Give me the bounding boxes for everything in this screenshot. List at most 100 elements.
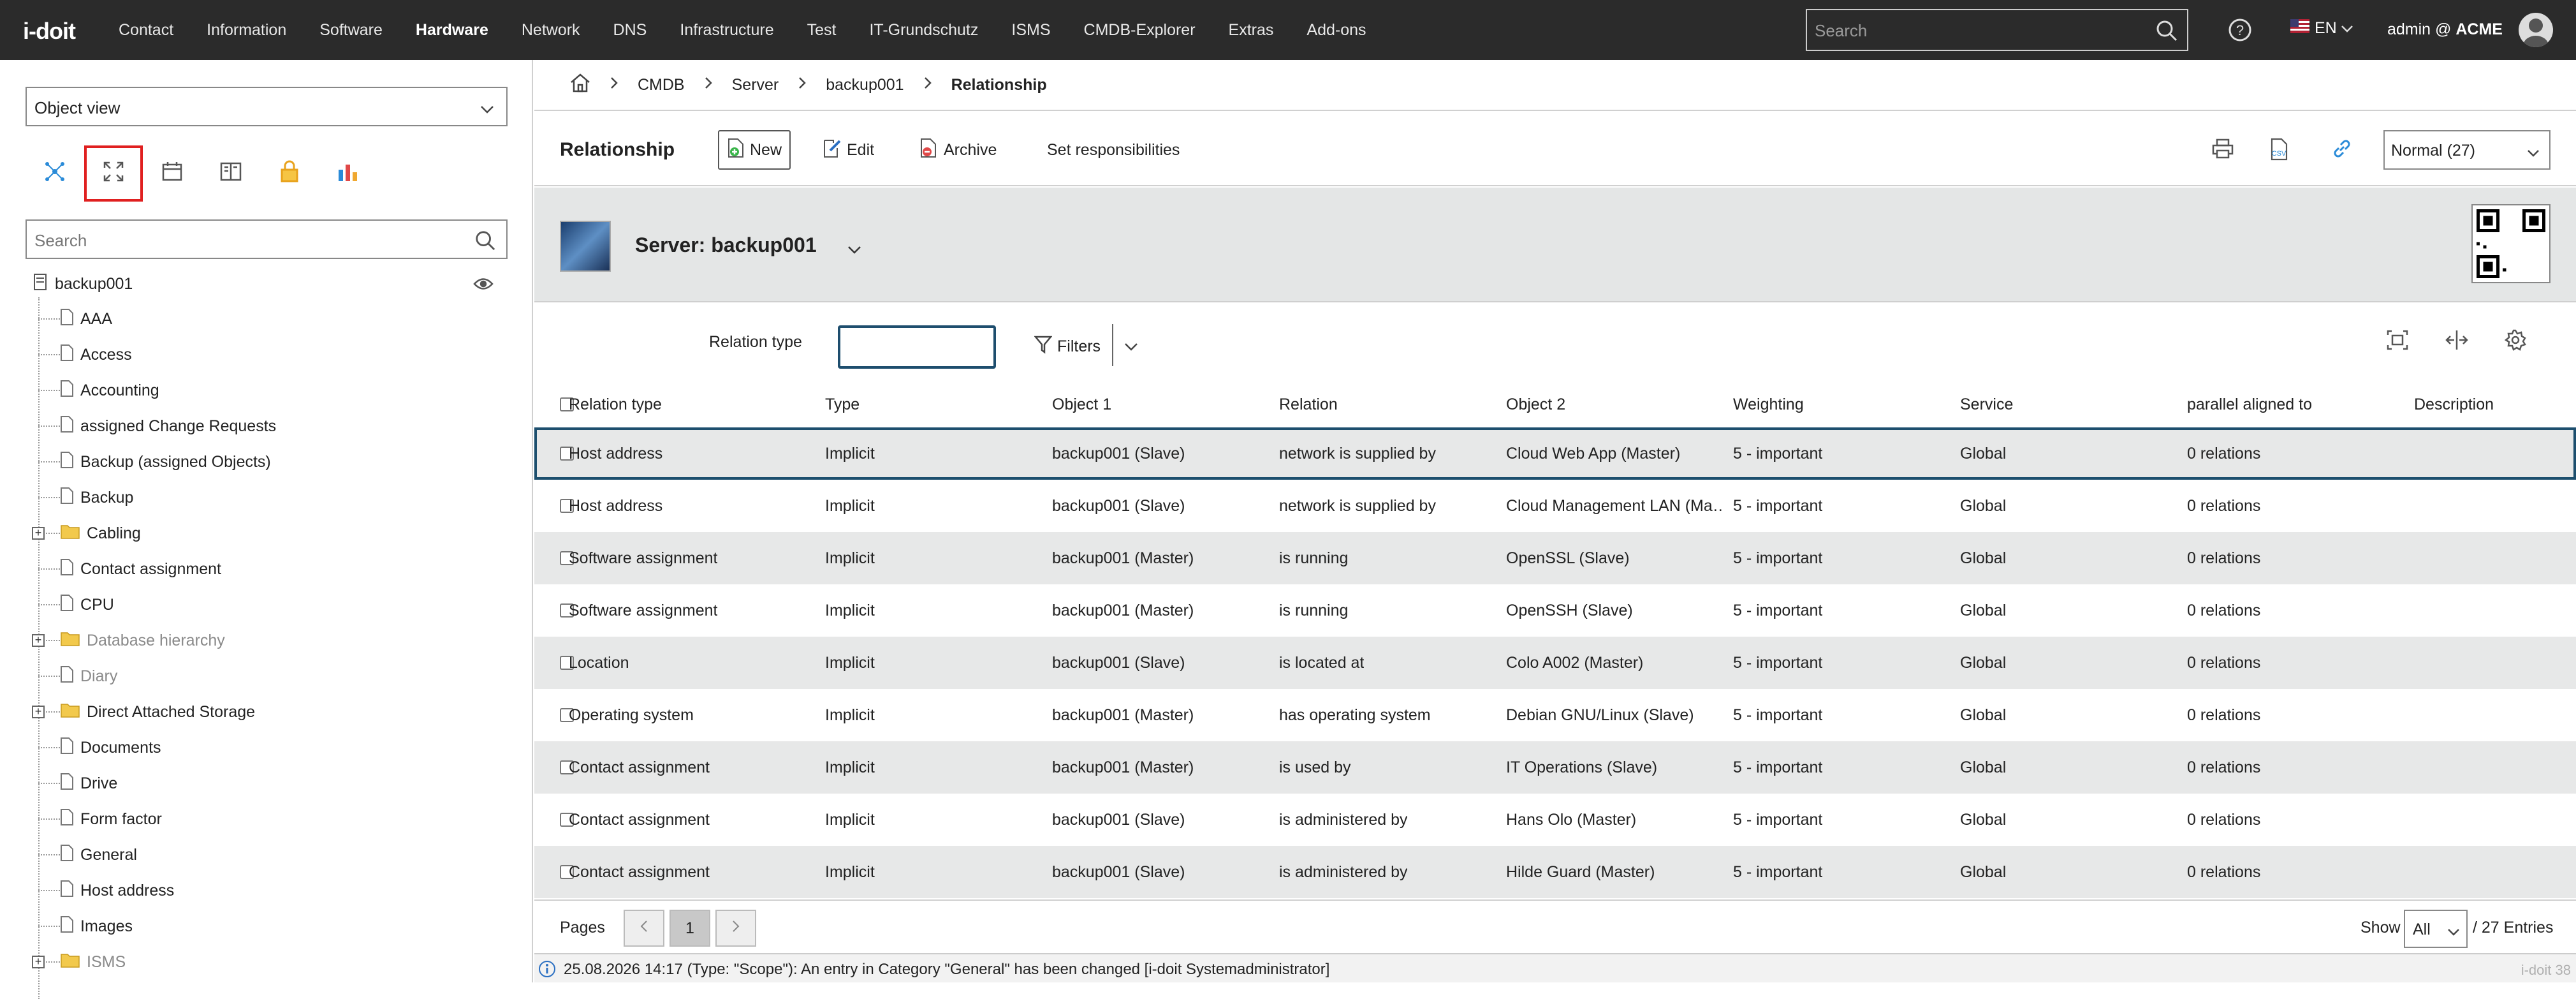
tree-item[interactable]: Backup (assigned Objects) xyxy=(38,444,271,480)
qr-code[interactable] xyxy=(2471,204,2550,283)
avatar[interactable] xyxy=(2519,13,2553,47)
expand-plus-icon[interactable]: + xyxy=(32,706,45,718)
nav-item-add-ons[interactable]: Add-ons xyxy=(1306,21,1366,40)
tree-item[interactable]: Drive xyxy=(38,766,117,801)
tree-item[interactable]: + Cabling xyxy=(32,515,141,551)
column-header[interactable]: Type xyxy=(825,381,860,427)
table-row[interactable]: Software assignment Implicit backup001 (Ma… xyxy=(534,584,2576,637)
search-icon[interactable] xyxy=(474,230,496,256)
eye-icon[interactable] xyxy=(473,277,494,295)
table-row[interactable]: Contact assignment Implicit backup001 (Sla… xyxy=(534,846,2576,898)
expand-tool[interactable] xyxy=(84,145,143,202)
table-cell: Global xyxy=(1960,496,2007,515)
column-header[interactable]: Object 1 xyxy=(1052,381,1111,427)
table-row[interactable]: Contact assignment Implicit backup001 (Mas… xyxy=(534,741,2576,794)
column-header[interactable]: Relation xyxy=(1279,381,1338,427)
tree-root[interactable]: backup001 xyxy=(33,269,494,299)
page-1-button[interactable]: 1 xyxy=(670,910,710,947)
calendar-tool[interactable] xyxy=(143,145,201,202)
next-page-button[interactable] xyxy=(715,910,756,947)
global-search-input[interactable] xyxy=(1813,18,2145,43)
table-row[interactable]: Software assignment Implicit backup001 (Ma… xyxy=(534,532,2576,584)
nav-item-infrastructure[interactable]: Infrastructure xyxy=(680,21,773,40)
expand-plus-icon[interactable]: + xyxy=(32,956,45,968)
nav-item-test[interactable]: Test xyxy=(807,21,837,40)
nav-item-it-grundschutz[interactable]: IT-Grundschutz xyxy=(869,21,978,40)
list-size-select[interactable]: Normal (27) xyxy=(2383,130,2550,170)
tree-item[interactable]: General xyxy=(38,837,137,873)
archive-button[interactable]: Archive xyxy=(912,130,1004,170)
table-row[interactable]: Contact assignment Implicit backup001 (Sla… xyxy=(534,794,2576,846)
nav-item-extras[interactable]: Extras xyxy=(1229,21,1274,40)
tree-item[interactable]: Form factor xyxy=(38,801,162,837)
table-row[interactable]: Host address Implicit backup001 (Slave) net… xyxy=(534,480,2576,532)
report-tool[interactable] xyxy=(319,145,377,202)
sidebar-search-input[interactable] xyxy=(33,228,441,253)
column-resize-icon[interactable] xyxy=(2445,329,2469,355)
search-icon[interactable] xyxy=(2155,19,2178,47)
tree-item[interactable]: Host address xyxy=(38,873,174,908)
table-row[interactable]: Host address Implicit backup001 (Slave) net… xyxy=(534,427,2576,480)
prev-page-button[interactable] xyxy=(624,910,664,947)
show-select[interactable]: All xyxy=(2404,910,2468,948)
tree-item[interactable]: assigned Change Requests xyxy=(38,408,276,444)
breadcrumb-cmdb[interactable]: CMDB xyxy=(638,76,685,94)
tree-connector xyxy=(38,676,60,677)
tree-item[interactable]: Images xyxy=(38,908,133,944)
tree-item[interactable]: Accounting xyxy=(38,373,159,408)
tree-item[interactable]: Documents xyxy=(38,730,161,766)
print-icon[interactable] xyxy=(2211,138,2234,164)
nav-item-cmdb-explorer[interactable]: CMDB-Explorer xyxy=(1084,21,1196,40)
nav-item-hardware[interactable]: Hardware xyxy=(416,21,488,40)
tree-item[interactable]: Backup xyxy=(38,480,133,515)
table-cell: IT Operations (Slave) xyxy=(1506,758,1658,776)
column-header[interactable]: Service xyxy=(1960,381,2013,427)
tree-item[interactable]: Access xyxy=(38,337,132,373)
lock-tool[interactable] xyxy=(260,145,319,202)
fit-width-icon[interactable] xyxy=(2386,329,2409,355)
expand-plus-icon[interactable]: + xyxy=(32,527,45,540)
nav-item-contact[interactable]: Contact xyxy=(119,21,173,40)
filters-button[interactable]: Filters xyxy=(1034,325,1101,367)
column-header[interactable]: Description xyxy=(2414,381,2494,427)
chevron-down-icon[interactable] xyxy=(847,240,862,260)
tree-item[interactable]: + Database hierarchy xyxy=(32,623,225,658)
nav-item-dns[interactable]: DNS xyxy=(613,21,647,40)
book-tool[interactable] xyxy=(201,145,260,202)
chevron-down-icon[interactable] xyxy=(1123,337,1139,357)
home-icon[interactable] xyxy=(570,73,590,97)
column-header[interactable]: Relation type xyxy=(569,381,662,427)
link-icon[interactable] xyxy=(2331,138,2353,164)
tree-item[interactable]: + Direct Attached Storage xyxy=(32,694,255,730)
cmdb-explorer-tool[interactable] xyxy=(26,145,84,202)
document-icon xyxy=(60,558,74,581)
table-row[interactable]: Location Implicit backup001 (Slave) is loca… xyxy=(534,637,2576,689)
nav-item-network[interactable]: Network xyxy=(522,21,580,40)
column-header[interactable]: Weighting xyxy=(1733,381,1804,427)
tree-item[interactable]: + ISMS xyxy=(32,944,126,980)
tree-item[interactable]: Contact assignment xyxy=(38,551,221,587)
nav-item-information[interactable]: Information xyxy=(207,21,286,40)
expand-plus-icon[interactable]: + xyxy=(32,634,45,647)
app-logo[interactable]: i-doit xyxy=(23,18,76,45)
edit-button[interactable]: Edit xyxy=(815,130,882,170)
nav-item-isms[interactable]: ISMS xyxy=(1011,21,1050,40)
gear-icon[interactable] xyxy=(2504,329,2526,355)
relation-type-input[interactable] xyxy=(838,325,996,369)
help-icon[interactable]: ? xyxy=(2228,18,2252,47)
column-header[interactable]: parallel aligned to xyxy=(2187,381,2312,427)
tree-item[interactable]: Diary xyxy=(38,658,117,694)
language-selector[interactable]: EN xyxy=(2290,19,2353,38)
table-row[interactable]: Operating system Implicit backup001 (Maste… xyxy=(534,689,2576,741)
tree-item[interactable]: CPU xyxy=(38,587,114,623)
set-responsibilities-button[interactable]: Set responsibilities xyxy=(1039,130,1187,170)
nav-item-software[interactable]: Software xyxy=(319,21,383,40)
user-menu[interactable]: admin @ ACME xyxy=(2387,20,2503,39)
breadcrumb-object[interactable]: backup001 xyxy=(826,76,904,94)
new-button[interactable]: New xyxy=(718,130,791,170)
export-csv-icon[interactable]: CSV xyxy=(2269,138,2290,165)
breadcrumb-server[interactable]: Server xyxy=(732,76,779,94)
view-select[interactable]: Object view xyxy=(26,87,508,126)
tree-item[interactable]: AAA xyxy=(38,301,112,337)
column-header[interactable]: Object 2 xyxy=(1506,381,1565,427)
